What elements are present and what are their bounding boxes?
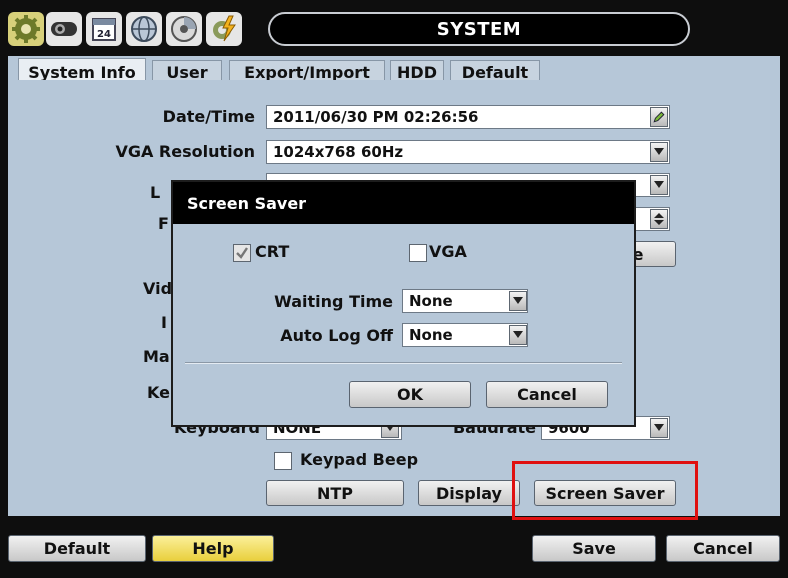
gear-icon[interactable]: [8, 12, 44, 46]
cancel-button[interactable]: Cancel: [666, 535, 780, 562]
vga-resolution-select[interactable]: 1024x768 60Hz: [266, 140, 670, 164]
camera-icon[interactable]: [46, 12, 82, 46]
window-title: SYSTEM: [268, 12, 690, 46]
spinner-icon[interactable]: [650, 209, 668, 229]
ok-button[interactable]: OK: [349, 381, 471, 408]
dialog-separator: [185, 362, 622, 364]
chevron-down-icon[interactable]: [650, 175, 668, 195]
ntp-button[interactable]: NTP: [266, 480, 404, 506]
edit-pencil-icon[interactable]: [650, 107, 668, 127]
default-button[interactable]: Default: [8, 535, 146, 562]
crt-checkbox[interactable]: [233, 244, 251, 262]
chevron-down-icon[interactable]: [650, 418, 668, 438]
checkmark-icon: [236, 247, 248, 259]
calendar-day: 24: [97, 29, 111, 40]
partial-label-1: L: [150, 183, 161, 202]
chevron-down-icon[interactable]: [509, 325, 527, 345]
globe-icon[interactable]: [126, 12, 162, 46]
vga-label: VGA: [429, 242, 467, 261]
datetime-label: Date/Time: [162, 107, 255, 126]
calendar-icon[interactable]: 24: [86, 12, 122, 46]
display-button[interactable]: Display: [418, 480, 520, 506]
vga-resolution-label: VGA Resolution: [115, 142, 255, 161]
waiting-time-label: Waiting Time: [274, 292, 393, 311]
screen-saver-dialog: Screen Saver CRT VGA Waiting Time None A…: [171, 180, 636, 427]
lightning-gear-icon[interactable]: [206, 12, 242, 46]
dialog-cancel-button[interactable]: Cancel: [486, 381, 608, 408]
vga-checkbox[interactable]: [409, 244, 427, 262]
keypad-beep-label: Keypad Beep: [300, 450, 419, 469]
chevron-down-icon[interactable]: [509, 291, 527, 311]
disc-icon[interactable]: [166, 12, 202, 46]
crt-label: CRT: [255, 242, 290, 261]
keypad-beep-checkbox[interactable]: [274, 452, 292, 470]
save-button[interactable]: Save: [532, 535, 656, 562]
top-toolbar: 24 SYSTEM: [6, 8, 782, 50]
highlight-box: [512, 461, 698, 520]
help-button[interactable]: Help: [152, 535, 274, 562]
dialog-title: Screen Saver: [173, 182, 634, 224]
chevron-down-icon[interactable]: [650, 142, 668, 162]
datetime-field[interactable]: 2011/06/30 PM 02:26:56: [266, 105, 670, 129]
auto-logoff-label: Auto Log Off: [280, 326, 393, 345]
